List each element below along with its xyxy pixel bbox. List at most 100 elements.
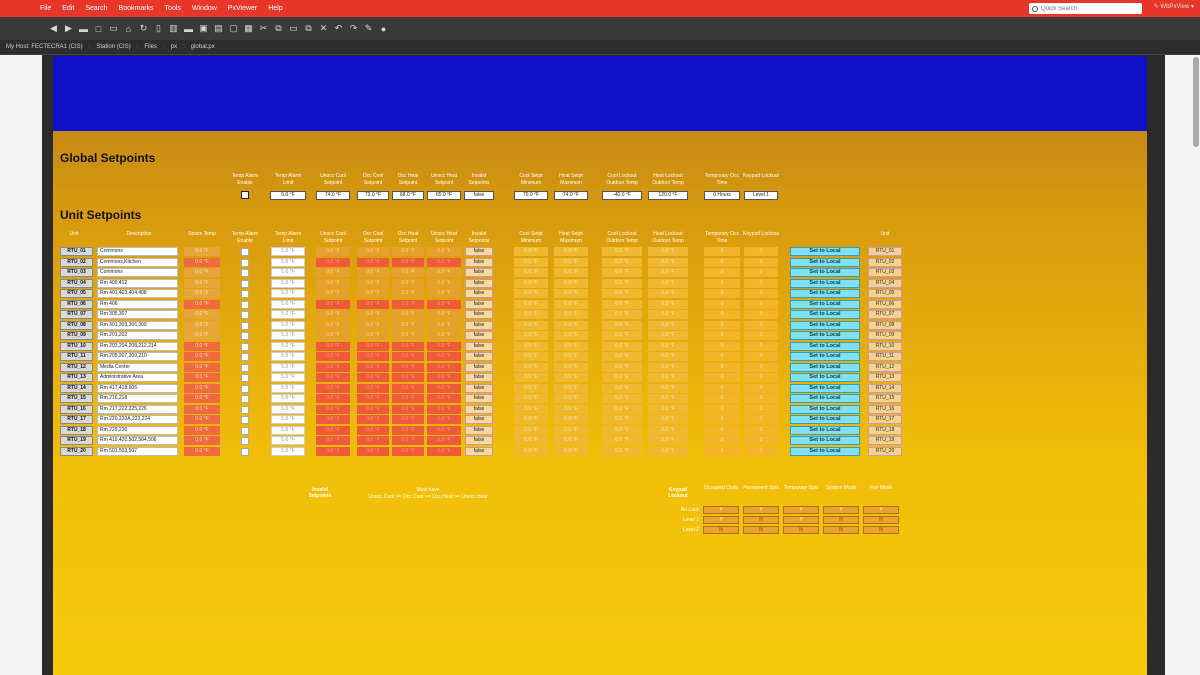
keypad-lockout[interactable]: 0 [744, 247, 778, 256]
temporary-occ-time[interactable]: 0 [704, 404, 740, 414]
lockout-temp-field[interactable]: 0.0 °F [648, 352, 688, 361]
global-setpoint-field[interactable]: Level 1 [744, 191, 778, 200]
setpoint-field[interactable]: 0.0 °F [427, 383, 461, 393]
setpoint-field[interactable]: 0.0 °F [392, 299, 424, 309]
setpoint-field[interactable]: 0.0 °F [392, 425, 424, 435]
keypad-lockout[interactable]: 0 [744, 383, 778, 393]
setpoint-field[interactable]: 0.0 °F [316, 320, 350, 330]
set-to-local-button[interactable]: Set to Local [790, 446, 860, 456]
global-setpoint-field[interactable]: 73.0 °F [357, 191, 389, 200]
unit-button[interactable]: RTU_05 [60, 289, 93, 298]
layout-icon[interactable]: ▥ [166, 23, 181, 34]
unit-button[interactable]: RTU_17 [60, 415, 93, 424]
lockout-temp-field[interactable]: 0.0 °F [648, 446, 688, 456]
setpoint-field[interactable]: 0.0 °F [427, 415, 461, 424]
lockout-temp-field[interactable]: 0.0 °F [648, 247, 688, 256]
setpoint-field[interactable]: 0.0 °F [427, 331, 461, 340]
setpoint-field[interactable]: 0.0 °F [357, 341, 389, 351]
breadcrumb-item[interactable]: My Host: FECTECRA1 (CIS) [6, 44, 83, 50]
lockout-temp-field[interactable]: 0.0 °F [648, 299, 688, 309]
temp-alarm-limit[interactable]: 5.0 °F [271, 341, 305, 351]
new-window-icon[interactable]: □ [91, 24, 106, 34]
setpoint-field[interactable]: 0.0 °F [392, 415, 424, 424]
lockout-temp-field[interactable]: 0.0 °F [648, 268, 688, 277]
keypad-lockout[interactable]: 0 [744, 310, 778, 319]
temporary-occ-time[interactable]: 0 [704, 247, 740, 256]
temporary-occ-time[interactable]: 0 [704, 373, 740, 382]
setpoint-limit-field[interactable]: 0.0 °F [554, 341, 588, 351]
setpoint-field[interactable]: 0.0 °F [357, 289, 389, 298]
temporary-occ-time[interactable]: 0 [704, 341, 740, 351]
unit-button[interactable]: RTU_14 [60, 383, 93, 393]
lockout-temp-field[interactable]: 0.0 °F [648, 373, 688, 382]
setpoint-field[interactable]: 0.0 °F [392, 310, 424, 319]
setpoint-field[interactable]: 0.0 °F [427, 352, 461, 361]
lockout-temp-field[interactable]: 0.0 °F [602, 278, 642, 288]
temporary-occ-time[interactable]: 0 [704, 278, 740, 288]
temp-alarm-enable-checkbox[interactable] [241, 374, 249, 382]
lockout-temp-field[interactable]: 0.0 °F [648, 289, 688, 298]
breadcrumb-item[interactable]: Files [144, 44, 157, 50]
unit-button[interactable]: RTU_15 [60, 394, 93, 403]
setpoint-limit-field[interactable]: 0.0 °F [554, 394, 588, 403]
setpoint-field[interactable]: 0.0 °F [316, 310, 350, 319]
lockout-temp-field[interactable]: 0.0 °F [602, 394, 642, 403]
setpoint-field[interactable]: 0.0 °F [316, 415, 350, 424]
lockout-temp-field[interactable]: 0.0 °F [602, 320, 642, 330]
setpoint-field[interactable]: 0.0 °F [316, 446, 350, 456]
temp-alarm-limit[interactable]: 5.0 °F [271, 373, 305, 382]
temp-alarm-limit[interactable]: 5.0 °F [271, 436, 305, 445]
keypad-lockout[interactable]: 0 [744, 352, 778, 361]
set-to-local-button[interactable]: Set to Local [790, 425, 860, 435]
unit-button[interactable]: RTU_06 [60, 299, 93, 309]
set-to-local-button[interactable]: Set to Local [790, 299, 860, 309]
setpoint-field[interactable]: 0.0 °F [316, 362, 350, 372]
temporary-occ-time[interactable]: 0 [704, 362, 740, 372]
lockout-temp-field[interactable]: 0.0 °F [602, 446, 642, 456]
setpoint-field[interactable]: 0.0 °F [316, 341, 350, 351]
temp-alarm-limit[interactable]: 5.0 °F [271, 362, 305, 372]
menu-item[interactable]: Edit [62, 5, 74, 12]
setpoint-field[interactable]: 0.0 °F [427, 362, 461, 372]
setpoint-limit-field[interactable]: 0.0 °F [514, 383, 548, 393]
unit-button[interactable]: RTU_03 [60, 268, 93, 277]
setpoint-field[interactable]: 0.0 °F [357, 310, 389, 319]
setpoint-field[interactable]: 0.0 °F [357, 436, 389, 445]
lockout-temp-field[interactable]: 0.0 °F [602, 299, 642, 309]
setpoint-limit-field[interactable]: 0.0 °F [554, 247, 588, 256]
set-to-local-button[interactable]: Set to Local [790, 331, 860, 340]
cut-icon[interactable]: ✂ [256, 23, 271, 34]
setpoint-limit-field[interactable]: 0.0 °F [514, 394, 548, 403]
setpoint-field[interactable]: 0.0 °F [427, 320, 461, 330]
setpoint-field[interactable]: 0.0 °F [357, 331, 389, 340]
setpoint-field[interactable]: 0.0 °F [392, 341, 424, 351]
setpoint-field[interactable]: 0.0 °F [427, 341, 461, 351]
lockout-temp-field[interactable]: 0.0 °F [602, 415, 642, 424]
temporary-occ-time[interactable]: 0 [704, 383, 740, 393]
undo-icon[interactable]: ↶ [331, 23, 346, 34]
setpoint-limit-field[interactable]: 0.0 °F [514, 373, 548, 382]
setpoint-field[interactable]: 0.0 °F [357, 257, 389, 267]
setpoint-field[interactable]: 0.0 °F [392, 268, 424, 277]
set-to-local-button[interactable]: Set to Local [790, 436, 860, 445]
setpoint-limit-field[interactable]: 0.0 °F [554, 299, 588, 309]
lockout-temp-field[interactable]: 0.0 °F [648, 341, 688, 351]
global-setpoint-field[interactable]: 120.0 °F [648, 191, 688, 200]
temp-alarm-limit[interactable]: 5.0 °F [271, 320, 305, 330]
breadcrumb-item[interactable]: Station (CIS) [96, 44, 130, 50]
keypad-lockout[interactable]: 0 [744, 278, 778, 288]
lockout-temp-field[interactable]: 0.0 °F [648, 362, 688, 372]
setpoint-limit-field[interactable]: 0.0 °F [514, 362, 548, 372]
unit-button[interactable]: RTU_20 [60, 446, 93, 456]
setpoint-field[interactable]: 0.0 °F [392, 352, 424, 361]
temporary-occ-time[interactable]: 0 [704, 289, 740, 298]
setpoint-field[interactable]: 0.0 °F [357, 352, 389, 361]
lockout-temp-field[interactable]: 0.0 °F [602, 289, 642, 298]
keypad-lockout[interactable]: 0 [744, 257, 778, 267]
lockout-temp-field[interactable]: 0.0 °F [602, 404, 642, 414]
temporary-occ-time[interactable]: 0 [704, 310, 740, 319]
redo-icon[interactable]: ↷ [346, 23, 361, 34]
temp-alarm-enable-checkbox[interactable] [241, 426, 249, 435]
keypad-lockout[interactable]: 0 [744, 425, 778, 435]
temporary-occ-time[interactable]: 0 [704, 352, 740, 361]
